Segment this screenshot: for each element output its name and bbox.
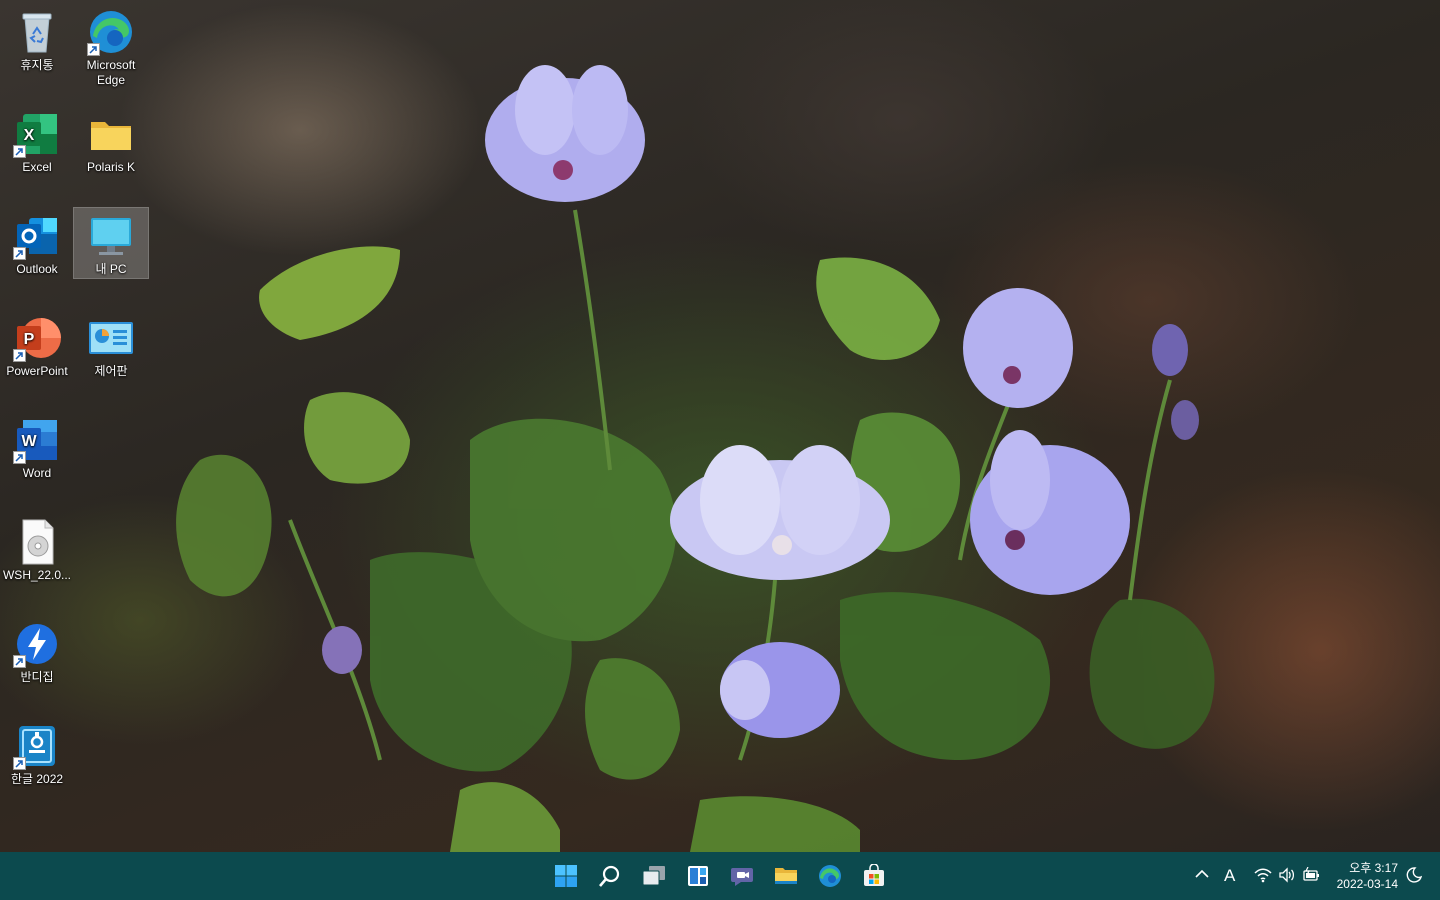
search-icon xyxy=(599,865,620,887)
desktop-icon-word[interactable]: W Word xyxy=(0,412,74,481)
widgets-icon xyxy=(688,866,708,886)
shortcut-arrow-icon xyxy=(13,349,26,362)
word-icon: W xyxy=(13,416,61,464)
clock-time: 오후 3:17 xyxy=(1349,861,1398,875)
control-panel-icon xyxy=(87,314,135,362)
folder-icon xyxy=(87,110,135,158)
teams-chat-icon xyxy=(731,868,753,886)
desktop-icon-label: 반디집 xyxy=(20,670,54,684)
clock-date: 2022-03-14 xyxy=(1336,877,1398,891)
desktop-icon-polaris-k[interactable]: Polaris K xyxy=(74,106,148,175)
powerpoint-icon: P xyxy=(13,314,61,362)
file-explorer-button[interactable] xyxy=(768,858,804,894)
desktop-icon-label: Word xyxy=(22,466,52,480)
network-button[interactable] xyxy=(1254,867,1272,886)
show-hidden-icons-button[interactable] xyxy=(1194,866,1210,885)
desktop-icon-label: WSH_22.0... xyxy=(2,568,72,582)
start-icon xyxy=(555,865,577,887)
outlook-icon xyxy=(13,212,61,260)
task-view-icon xyxy=(642,866,665,886)
notifications-button[interactable] xyxy=(1406,867,1423,886)
desktop-icon-label: Outlook xyxy=(16,262,58,276)
this-pc-icon xyxy=(87,212,135,260)
desktop-icon-this-pc[interactable]: 내 PC xyxy=(73,207,149,279)
shortcut-arrow-icon xyxy=(13,145,26,158)
svg-text:P: P xyxy=(24,331,35,348)
desktop-icon-label: Polaris K xyxy=(86,160,136,174)
excel-icon: X xyxy=(13,110,61,158)
store-icon xyxy=(864,864,884,886)
start-button[interactable] xyxy=(548,858,584,894)
speaker-icon xyxy=(1279,867,1295,883)
edge-icon xyxy=(87,8,135,56)
desktop-icon-wsh-file[interactable]: WSH_22.0... xyxy=(0,514,74,583)
microsoft-store-button[interactable] xyxy=(856,858,892,894)
desktop-wallpaper xyxy=(0,0,1440,852)
desktop-icon-powerpoint[interactable]: P PowerPoint xyxy=(0,310,74,379)
desktop-icon-label: Excel xyxy=(22,160,52,174)
shortcut-arrow-icon xyxy=(87,43,100,56)
power-button[interactable] xyxy=(1302,866,1320,886)
desktop-icon-label: 제어판 xyxy=(94,364,128,378)
edge-taskbar-button[interactable] xyxy=(812,858,848,894)
hangul-icon xyxy=(13,722,61,770)
bandizip-icon xyxy=(13,620,61,668)
shortcut-arrow-icon xyxy=(13,247,26,260)
volume-button[interactable] xyxy=(1278,867,1296,886)
desktop-icon-hangul-2022[interactable]: 한글 2022 xyxy=(0,718,74,787)
task-view-button[interactable] xyxy=(636,858,672,894)
recycle-bin-icon xyxy=(13,8,61,56)
shortcut-arrow-icon xyxy=(13,757,26,770)
search-button[interactable] xyxy=(592,858,628,894)
svg-text:W: W xyxy=(21,433,37,450)
desktop-icon-outlook[interactable]: Outlook xyxy=(0,208,74,277)
disc-image-file-icon xyxy=(13,518,61,566)
clock[interactable]: 오후 3:17 2022-03-14 xyxy=(1337,860,1398,892)
desktop-icon-label: Microsoft Edge xyxy=(86,58,136,87)
input-method-indicator[interactable]: A xyxy=(1224,866,1235,886)
taskbar: A 오후 3:17 2022-03-14 xyxy=(0,852,1440,900)
focus-assist-moon-icon xyxy=(1406,867,1423,883)
desktop-icon-microsoft-edge[interactable]: Microsoft Edge xyxy=(74,4,148,88)
desktop-icon-label: 휴지통 xyxy=(20,58,54,72)
desktop-icon-control-panel[interactable]: 제어판 xyxy=(74,310,148,379)
desktop-icon-excel[interactable]: X Excel xyxy=(0,106,74,175)
widgets-button[interactable] xyxy=(680,858,716,894)
svg-text:X: X xyxy=(24,127,35,144)
wifi-icon xyxy=(1254,868,1272,883)
desktop-icon-bandizip[interactable]: 반디집 xyxy=(0,616,74,685)
edge-icon xyxy=(819,865,841,887)
shortcut-arrow-icon xyxy=(13,451,26,464)
teams-chat-button[interactable] xyxy=(724,858,760,894)
desktop-icon-label: 한글 2022 xyxy=(10,772,64,786)
file-explorer-icon xyxy=(775,868,797,884)
shortcut-arrow-icon xyxy=(13,655,26,668)
desktop-icon-recycle-bin[interactable]: 휴지통 xyxy=(0,4,74,73)
desktop-icon-label: PowerPoint xyxy=(6,364,68,378)
battery-charging-icon xyxy=(1303,866,1319,881)
desktop-icon-label: 내 PC xyxy=(95,262,127,276)
chevron-up-icon xyxy=(1195,869,1209,878)
